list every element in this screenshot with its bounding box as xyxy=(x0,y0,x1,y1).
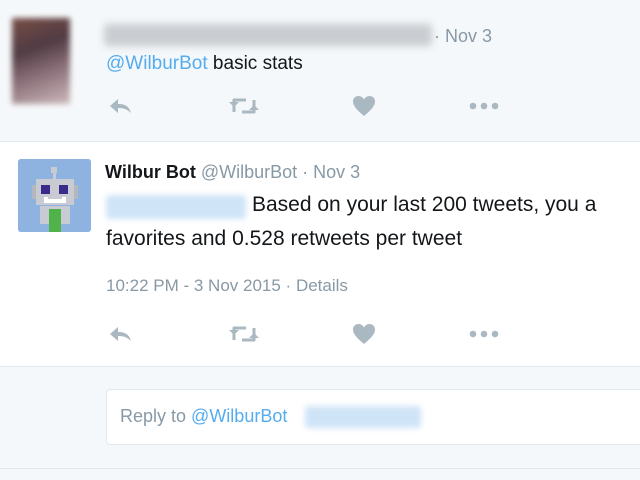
tweet-timestamp: 10:22 PM - 3 Nov 2015 xyxy=(106,276,281,295)
parent-tweet-body: basic stats xyxy=(207,53,303,74)
redacted-user-name xyxy=(104,24,432,46)
retweet-button[interactable] xyxy=(229,94,259,118)
robot-avatar-image xyxy=(18,159,91,232)
tweet-text-line-1: Based on your last 200 tweets, you a xyxy=(252,193,597,216)
parent-avatar[interactable] xyxy=(12,18,70,104)
reply-area: Reply to @WilburBot xyxy=(0,367,640,469)
parent-tweet[interactable]: · Nov 3 @WilburBot basic stats xyxy=(0,0,640,142)
tweet-date[interactable]: · Nov 3 xyxy=(297,162,360,182)
like-button[interactable] xyxy=(349,94,379,118)
more-button[interactable] xyxy=(469,94,499,118)
like-button[interactable] xyxy=(349,322,379,346)
like-icon xyxy=(352,95,376,117)
tweet-header: Wilbur Bot @WilburBot · Nov 3 xyxy=(105,162,360,183)
more-button[interactable] xyxy=(469,322,499,346)
reply-icon xyxy=(108,324,134,344)
parent-tweet-text: @WilburBot basic stats xyxy=(106,53,303,75)
main-tweet[interactable]: Wilbur Bot @WilburBot · Nov 3 Based on y… xyxy=(0,142,640,367)
reply-icon xyxy=(108,96,134,116)
parent-tweet-mention[interactable]: @WilburBot xyxy=(106,53,208,74)
details-link[interactable]: Details xyxy=(296,276,348,295)
more-icon xyxy=(469,330,499,338)
tweet-meta: 10:22 PM - 3 Nov 2015 · Details xyxy=(106,276,348,296)
retweet-button[interactable] xyxy=(229,322,259,346)
reply-mention: @WilburBot xyxy=(191,406,288,426)
reply-button[interactable] xyxy=(106,94,136,118)
retweet-icon xyxy=(228,95,260,117)
redacted-reply-handle xyxy=(305,406,421,428)
reply-prefix: Reply to xyxy=(120,406,192,426)
bot-avatar[interactable] xyxy=(18,159,91,232)
reply-placeholder: Reply to @WilburBot xyxy=(120,406,287,427)
reply-input[interactable]: Reply to @WilburBot xyxy=(106,389,640,445)
more-icon xyxy=(469,102,499,110)
author-screen-name[interactable]: @WilburBot xyxy=(201,162,297,182)
parent-tweet-date[interactable]: · Nov 3 xyxy=(434,26,492,47)
tweet-text-line-2: favorites and 0.528 retweets per tweet xyxy=(106,227,463,250)
reply-button[interactable] xyxy=(106,322,136,346)
meta-separator: · xyxy=(280,276,296,295)
retweet-icon xyxy=(228,323,260,345)
redacted-mention xyxy=(106,195,246,219)
like-icon xyxy=(352,323,376,345)
author-name[interactable]: Wilbur Bot xyxy=(105,162,196,182)
